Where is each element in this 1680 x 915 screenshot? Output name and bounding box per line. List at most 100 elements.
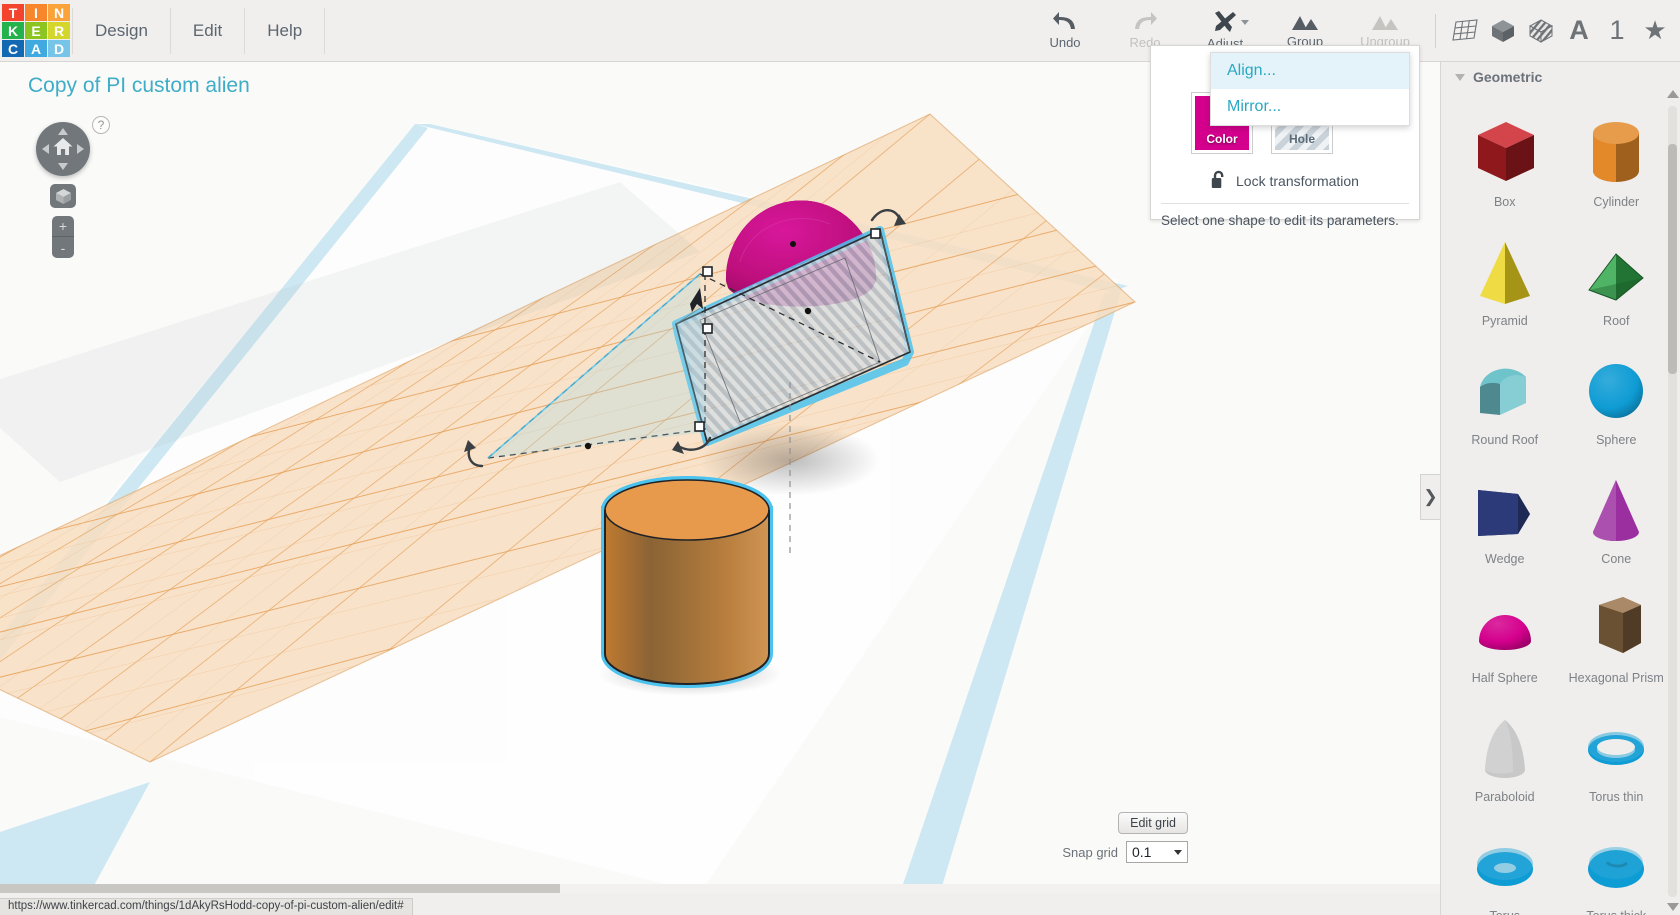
- torus-thin-icon: [1577, 710, 1655, 786]
- chevron-down-icon: [1174, 849, 1182, 855]
- inspector-note: Select one shape to edit its parameters.: [1161, 203, 1409, 228]
- status-url: https://www.tinkercad.com/things/1dAkyRs…: [0, 898, 413, 915]
- lock-transformation-row[interactable]: Lock transformation: [1151, 170, 1419, 192]
- shape-label: Cone: [1601, 552, 1632, 566]
- cylinder-object: [601, 476, 773, 688]
- shape-item-wedge[interactable]: Wedge: [1449, 453, 1561, 566]
- menu-item-align[interactable]: Align...: [1211, 53, 1409, 89]
- text-a-icon[interactable]: A: [1560, 2, 1598, 60]
- panel-collapse-toggle[interactable]: ❯: [1420, 474, 1440, 520]
- workplane-icon[interactable]: [1446, 2, 1484, 60]
- logo-tile-n: N: [48, 4, 70, 21]
- h-scroll-thumb[interactable]: [0, 884, 560, 893]
- logo-tile-r: R: [48, 22, 70, 39]
- group-icon: [1290, 12, 1320, 32]
- tinkercad-logo[interactable]: TIN KER CAD: [0, 0, 72, 61]
- menu-item-help[interactable]: Help: [245, 7, 326, 54]
- adjust-icon: [1211, 10, 1239, 34]
- shape-label: Torus thin: [1589, 790, 1644, 804]
- menu-item-mirror[interactable]: Mirror...: [1211, 89, 1409, 125]
- canvas-help-button[interactable]: ?: [92, 116, 110, 134]
- menu-item-edit[interactable]: Edit: [171, 7, 246, 54]
- shapes-grid: Box Cylinder Pyramid Roof Round Roof Sph…: [1441, 92, 1680, 915]
- round-roof-icon: [1466, 353, 1544, 429]
- logo-tile-c: C: [2, 40, 24, 57]
- design-title[interactable]: Copy of PI custom alien: [28, 74, 250, 98]
- shape-item-box[interactable]: Box: [1449, 96, 1561, 209]
- shapes-scroll-up-arrow[interactable]: [1667, 90, 1679, 98]
- ungroup-icon: [1370, 12, 1400, 32]
- sphere-icon: [1577, 353, 1655, 429]
- orbit-up-arrow-icon[interactable]: [58, 128, 68, 135]
- pyramid-icon: [1466, 234, 1544, 310]
- roof-icon: [1577, 234, 1655, 310]
- text-a-glyph: A: [1569, 15, 1589, 45]
- shape-item-sphere[interactable]: Sphere: [1561, 334, 1673, 447]
- logo-tile-e: E: [25, 22, 47, 39]
- hole-label: Hole: [1288, 132, 1315, 146]
- orbit-right-arrow-icon[interactable]: [77, 144, 84, 154]
- shape-label: Roof: [1603, 314, 1630, 328]
- shape-item-roof[interactable]: Roof: [1561, 215, 1673, 328]
- shape-item-torus-thin[interactable]: Torus thin: [1561, 691, 1673, 804]
- menu-label: Help: [267, 20, 303, 40]
- paraboloid-icon: [1466, 710, 1544, 786]
- zoom-out-button[interactable]: -: [52, 237, 74, 258]
- lock-open-icon: [1211, 170, 1227, 192]
- logo-tile-k: K: [2, 22, 24, 39]
- shape-label: Paraboloid: [1474, 790, 1535, 804]
- shape-item-cylinder[interactable]: Cylinder: [1561, 96, 1673, 209]
- shape-item-half-sphere[interactable]: Half Sphere: [1449, 572, 1561, 685]
- shapes-scrollbar[interactable]: [1668, 106, 1677, 897]
- chevron-down-icon: [1455, 73, 1465, 81]
- star-glyph: ★: [1643, 15, 1667, 45]
- wedge-icon: [1466, 472, 1544, 548]
- home-view-icon[interactable]: [53, 137, 74, 161]
- logo-tile-t: T: [2, 4, 24, 21]
- status-bar: https://www.tinkercad.com/things/1dAkyRs…: [0, 893, 1680, 915]
- shape-item-paraboloid[interactable]: Paraboloid: [1449, 691, 1561, 804]
- shapes-sidebar: Geometric Box Cylinder Pyramid Roof Roun…: [1440, 62, 1680, 915]
- logo-tile-a: A: [25, 40, 47, 57]
- align-label: Align...: [1227, 62, 1276, 79]
- undo-button[interactable]: Undo: [1025, 2, 1105, 60]
- half-sphere-center-dot: [790, 241, 796, 247]
- shapes-category-label: Geometric: [1473, 69, 1543, 85]
- top-bar: TINKERCAD Design Edit Help Undo Redo Adj…: [0, 0, 1680, 62]
- grid-controls: Edit grid Snap grid 0.1: [1062, 812, 1188, 863]
- hexagonal-prism-icon: [1577, 591, 1655, 667]
- number-one-glyph: 1: [1609, 15, 1625, 45]
- main-menu: Design Edit Help: [72, 0, 326, 61]
- shape-item-round-roof[interactable]: Round Roof: [1449, 334, 1561, 447]
- color-label: Color: [1206, 132, 1238, 146]
- undo-label: Undo: [1049, 35, 1081, 50]
- canvas-horizontal-scrollbar[interactable]: [0, 884, 1440, 893]
- edit-grid-button[interactable]: Edit grid: [1118, 812, 1188, 834]
- zoom-in-button[interactable]: +: [52, 216, 74, 237]
- hole-cube-icon[interactable]: [1522, 2, 1560, 60]
- orbit-pad[interactable]: [36, 122, 90, 176]
- shape-label: Half Sphere: [1471, 671, 1538, 685]
- orbit-down-arrow-icon[interactable]: [58, 163, 68, 170]
- star-icon[interactable]: ★: [1636, 2, 1674, 60]
- menu-item-design[interactable]: Design: [72, 7, 171, 54]
- number-one-icon[interactable]: 1: [1598, 2, 1636, 60]
- shape-item-hexagonal-prism[interactable]: Hexagonal Prism: [1561, 572, 1673, 685]
- solid-cube-icon[interactable]: [1484, 2, 1522, 60]
- shape-item-pyramid[interactable]: Pyramid: [1449, 215, 1561, 328]
- shape-item-cone[interactable]: Cone: [1561, 453, 1673, 566]
- fit-view-cube-icon[interactable]: [50, 184, 76, 208]
- undo-icon: [1052, 11, 1078, 33]
- shapes-category-header[interactable]: Geometric: [1441, 62, 1680, 92]
- menu-label: Edit: [192, 20, 223, 40]
- redo-icon: [1132, 11, 1158, 33]
- logo-tile-d: D: [48, 40, 70, 57]
- snap-grid-value: 0.1: [1132, 844, 1152, 860]
- shapes-scroll-thumb[interactable]: [1668, 144, 1677, 374]
- half-sphere-icon: [1466, 591, 1544, 667]
- chevron-down-icon: [1241, 19, 1249, 25]
- cone-icon: [1577, 472, 1655, 548]
- snap-grid-select[interactable]: 0.1: [1126, 841, 1188, 863]
- logo-tile-i: I: [25, 4, 47, 21]
- orbit-left-arrow-icon[interactable]: [42, 144, 49, 154]
